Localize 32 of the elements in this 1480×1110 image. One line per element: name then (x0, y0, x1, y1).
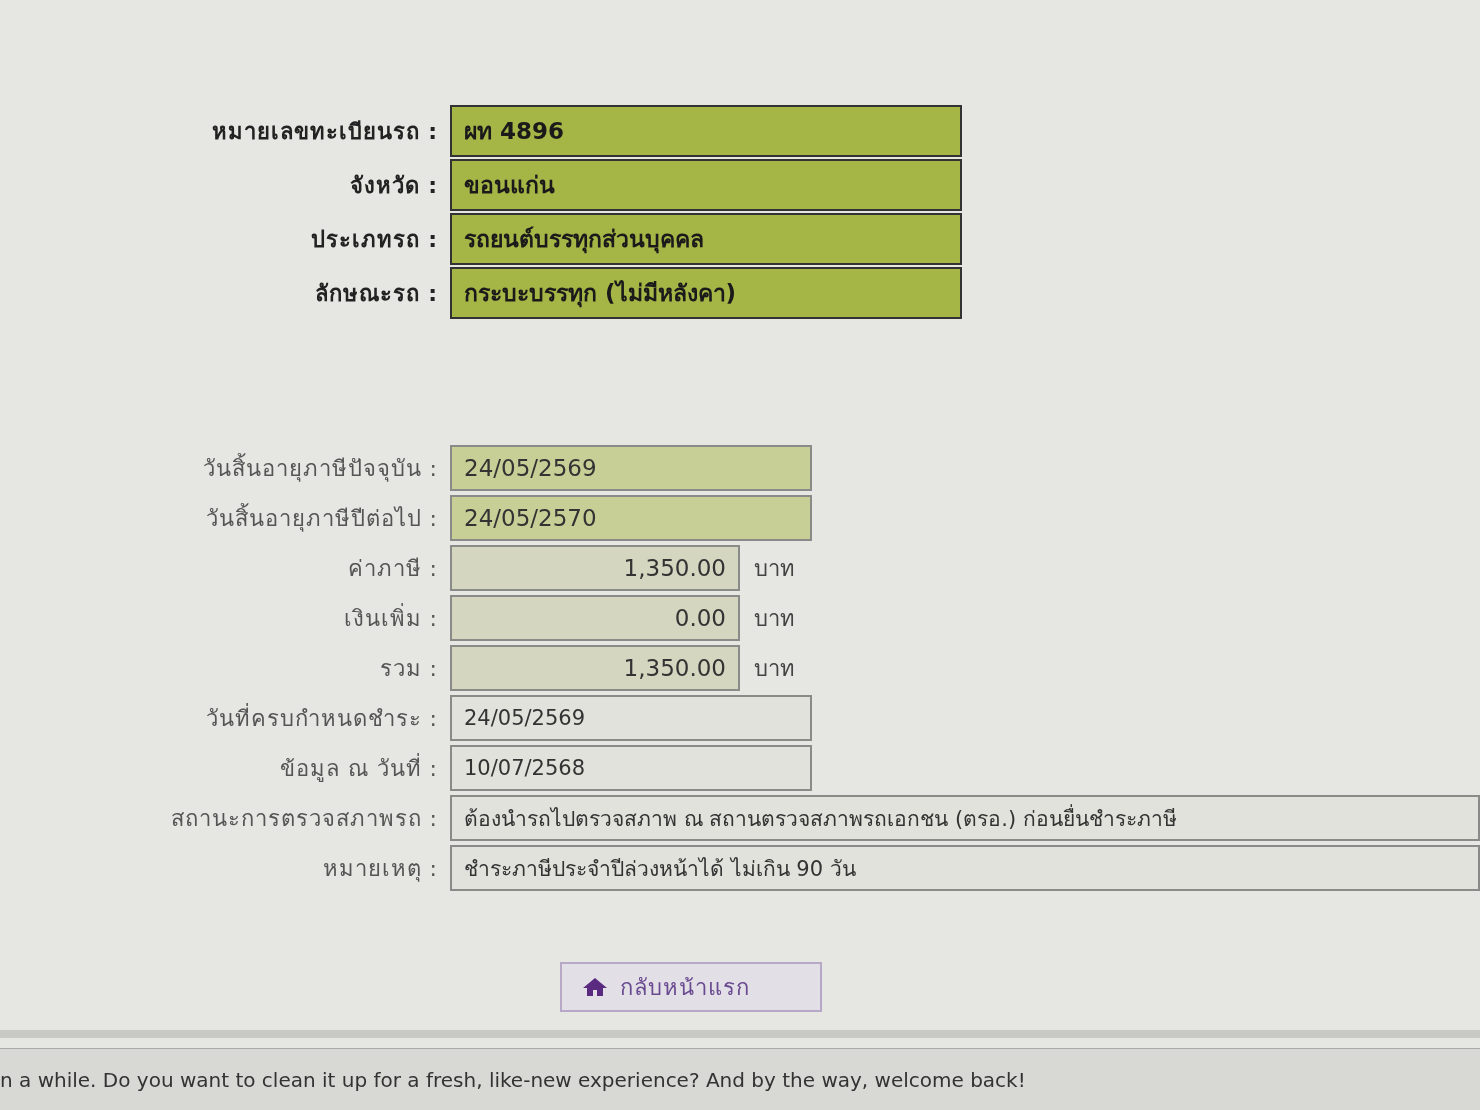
value-field: 0.00 (450, 595, 740, 641)
value-field: 24/05/2569 (450, 445, 812, 491)
field-label: วันที่ครบกำหนดชำระ : (204, 702, 439, 733)
field-label: หมายเลขทะเบียนรถ : (210, 117, 439, 146)
value-field: 24/05/2570 (450, 495, 812, 541)
field-label: จังหวัด : (348, 171, 439, 200)
value-field: กระบะบรรทุก (ไม่มีหลังคา) (450, 267, 962, 319)
home-icon (582, 977, 608, 997)
value-field: ต้องนำรถไปตรวจสภาพ ณ สถานตรวจสภาพรถเอกชน (ตรอ.) ก่อนยื่นชำระภาษี (450, 795, 1480, 841)
unit-label: บาท (754, 654, 795, 683)
field-label: หมายเหตุ : (321, 854, 439, 884)
field-label: วันสิ้นอายุภาษีปัจจุบัน : (201, 452, 439, 484)
value-field: ผท 4896 (450, 105, 962, 157)
value-field: ขอนแก่น (450, 159, 962, 211)
notification-text: n a while. Do you want to clean it up for a fresh, like-new experience? And by the way, welcome back! (0, 1068, 1026, 1092)
value-field: รถยนต์บรรทุกส่วนบุคคล (450, 213, 962, 265)
value-field: 1,350.00 (450, 545, 740, 591)
field-label: ข้อมูล ณ วันที่ : (278, 752, 439, 784)
field-label: เงินเพิ่ม : (342, 602, 439, 633)
unit-label: บาท (754, 554, 795, 583)
home-button[interactable]: กลับหน้าแรก (560, 962, 822, 1012)
field-label: ประเภทรถ : (309, 225, 439, 254)
field-label: สถานะการตรวจสภาพรถ : (169, 804, 439, 833)
value-field: 24/05/2569 (450, 695, 812, 741)
value-field: 1,350.00 (450, 645, 740, 691)
value-field: ชำระภาษีประจำปีล่วงหน้าได้ ไม่เกิน 90 วัน (450, 845, 1480, 891)
value-field: 10/07/2568 (450, 745, 812, 791)
field-label: วันสิ้นอายุภาษีปีต่อไป : (204, 502, 439, 534)
field-label: ลักษณะรถ : (313, 279, 439, 308)
field-label: ค่าภาษี : (346, 554, 439, 583)
field-label: รวม : (378, 654, 439, 683)
unit-label: บาท (754, 604, 795, 633)
